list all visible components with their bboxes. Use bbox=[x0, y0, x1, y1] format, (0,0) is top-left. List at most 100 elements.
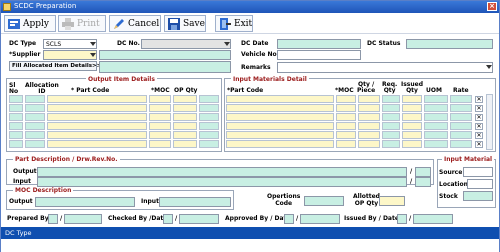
input-moc-cell[interactable] bbox=[336, 95, 356, 103]
input-uom-cell[interactable] bbox=[424, 140, 448, 148]
remarks-field[interactable] bbox=[277, 62, 493, 73]
input-rate-cell[interactable] bbox=[450, 104, 472, 112]
input-moc-cell[interactable] bbox=[336, 113, 356, 121]
output-part-code-cell[interactable] bbox=[47, 95, 147, 103]
issued-date-field[interactable] bbox=[413, 214, 453, 224]
moc-input-field[interactable] bbox=[159, 197, 231, 207]
input-part-code-cell[interactable] bbox=[226, 140, 334, 148]
supplier-address-field[interactable] bbox=[99, 61, 231, 73]
output-op-qty-cell[interactable] bbox=[173, 122, 197, 130]
input-req-qty-cell[interactable] bbox=[382, 140, 400, 148]
dc-no-select[interactable] bbox=[141, 39, 231, 49]
output-op-qty-cell[interactable] bbox=[173, 113, 197, 121]
output-sl-no-cell[interactable] bbox=[9, 131, 23, 139]
operations-code-field[interactable] bbox=[304, 196, 344, 206]
delete-row-icon[interactable]: ✕ bbox=[475, 123, 483, 130]
moc-output-field[interactable] bbox=[35, 197, 135, 207]
output-moc-cell[interactable] bbox=[149, 113, 171, 121]
delete-row-icon[interactable]: ✕ bbox=[475, 96, 483, 103]
input-qty-piece-cell[interactable] bbox=[358, 140, 380, 148]
output-op-qty-cell[interactable] bbox=[173, 140, 197, 148]
input-grid-scrollbar[interactable] bbox=[486, 94, 493, 150]
approved-by-field[interactable] bbox=[284, 214, 294, 224]
output-extra-cell[interactable] bbox=[199, 104, 219, 112]
input-uom-cell[interactable] bbox=[424, 131, 448, 139]
input-req-qty-cell[interactable] bbox=[382, 104, 400, 112]
input-qty-piece-cell[interactable] bbox=[358, 95, 380, 103]
input-uom-cell[interactable] bbox=[424, 95, 448, 103]
checked-by-field[interactable] bbox=[163, 214, 173, 224]
output-sl-no-cell[interactable] bbox=[9, 104, 23, 112]
fill-allocated-items-button[interactable]: Fill Allocated Item Details>> bbox=[9, 61, 101, 71]
dc-date-field[interactable] bbox=[277, 39, 361, 49]
output-extra-cell[interactable] bbox=[199, 140, 219, 148]
input-moc-cell[interactable] bbox=[336, 140, 356, 148]
prepared-by-field[interactable] bbox=[48, 214, 58, 224]
input-issued-qty-cell[interactable] bbox=[402, 122, 422, 130]
supplier-dropdown-icon[interactable] bbox=[89, 51, 97, 59]
allotted-op-qty-field[interactable] bbox=[379, 196, 405, 206]
input-qty-piece-cell[interactable] bbox=[358, 113, 380, 121]
exit-button[interactable]: Exit bbox=[215, 15, 253, 32]
input-issued-qty-cell[interactable] bbox=[402, 140, 422, 148]
delete-row-icon[interactable]: ✕ bbox=[475, 141, 483, 148]
output-allocation-id-cell[interactable] bbox=[25, 122, 45, 130]
output-part-code-cell[interactable] bbox=[47, 140, 147, 148]
input-issued-qty-cell[interactable] bbox=[402, 113, 422, 121]
input-uom-cell[interactable] bbox=[424, 104, 448, 112]
part-desc-input-rev-field[interactable] bbox=[415, 177, 431, 187]
output-part-code-cell[interactable] bbox=[47, 122, 147, 130]
approved-date-field[interactable] bbox=[300, 214, 340, 224]
stock-field[interactable] bbox=[463, 191, 493, 201]
output-sl-no-cell[interactable] bbox=[9, 122, 23, 130]
part-desc-output-rev-field[interactable] bbox=[415, 167, 431, 177]
remarks-dropdown-icon[interactable] bbox=[485, 63, 493, 71]
input-qty-piece-cell[interactable] bbox=[358, 131, 380, 139]
input-moc-cell[interactable] bbox=[336, 131, 356, 139]
part-desc-output-field[interactable] bbox=[37, 167, 407, 177]
output-part-code-cell[interactable] bbox=[47, 113, 147, 121]
input-part-code-cell[interactable] bbox=[226, 113, 334, 121]
output-sl-no-cell[interactable] bbox=[9, 113, 23, 121]
output-moc-cell[interactable] bbox=[149, 140, 171, 148]
input-issued-qty-cell[interactable] bbox=[402, 131, 422, 139]
output-allocation-id-cell[interactable] bbox=[25, 131, 45, 139]
input-moc-cell[interactable] bbox=[336, 104, 356, 112]
dc-status-field[interactable] bbox=[406, 39, 493, 49]
input-part-code-cell[interactable] bbox=[226, 95, 334, 103]
output-part-code-cell[interactable] bbox=[47, 104, 147, 112]
issued-by-field[interactable] bbox=[397, 214, 407, 224]
output-op-qty-cell[interactable] bbox=[173, 131, 197, 139]
dc-no-dropdown-icon[interactable] bbox=[223, 40, 231, 48]
checked-date-field[interactable] bbox=[179, 214, 219, 224]
input-part-code-cell[interactable] bbox=[226, 104, 334, 112]
dc-type-dropdown-icon[interactable] bbox=[89, 40, 97, 48]
source-field[interactable] bbox=[463, 167, 493, 177]
delete-row-icon[interactable]: ✕ bbox=[475, 105, 483, 112]
output-extra-cell[interactable] bbox=[199, 122, 219, 130]
input-qty-piece-cell[interactable] bbox=[358, 122, 380, 130]
input-req-qty-cell[interactable] bbox=[382, 113, 400, 121]
input-req-qty-cell[interactable] bbox=[382, 131, 400, 139]
input-issued-qty-cell[interactable] bbox=[402, 95, 422, 103]
apply-button[interactable]: Apply bbox=[4, 15, 56, 32]
delete-row-icon[interactable]: ✕ bbox=[475, 132, 483, 139]
print-button[interactable]: Print bbox=[58, 15, 106, 32]
input-rate-cell[interactable] bbox=[450, 122, 472, 130]
input-uom-cell[interactable] bbox=[424, 122, 448, 130]
output-sl-no-cell[interactable] bbox=[9, 95, 23, 103]
output-sl-no-cell[interactable] bbox=[9, 140, 23, 148]
input-issued-qty-cell[interactable] bbox=[402, 104, 422, 112]
output-moc-cell[interactable] bbox=[149, 104, 171, 112]
input-req-qty-cell[interactable] bbox=[382, 122, 400, 130]
output-allocation-id-cell[interactable] bbox=[25, 140, 45, 148]
output-extra-cell[interactable] bbox=[199, 113, 219, 121]
output-allocation-id-cell[interactable] bbox=[25, 104, 45, 112]
output-allocation-id-cell[interactable] bbox=[25, 95, 45, 103]
input-part-code-cell[interactable] bbox=[226, 131, 334, 139]
input-uom-cell[interactable] bbox=[424, 113, 448, 121]
output-allocation-id-cell[interactable] bbox=[25, 113, 45, 121]
output-moc-cell[interactable] bbox=[149, 122, 171, 130]
location-field[interactable] bbox=[467, 179, 493, 189]
output-extra-cell[interactable] bbox=[199, 131, 219, 139]
